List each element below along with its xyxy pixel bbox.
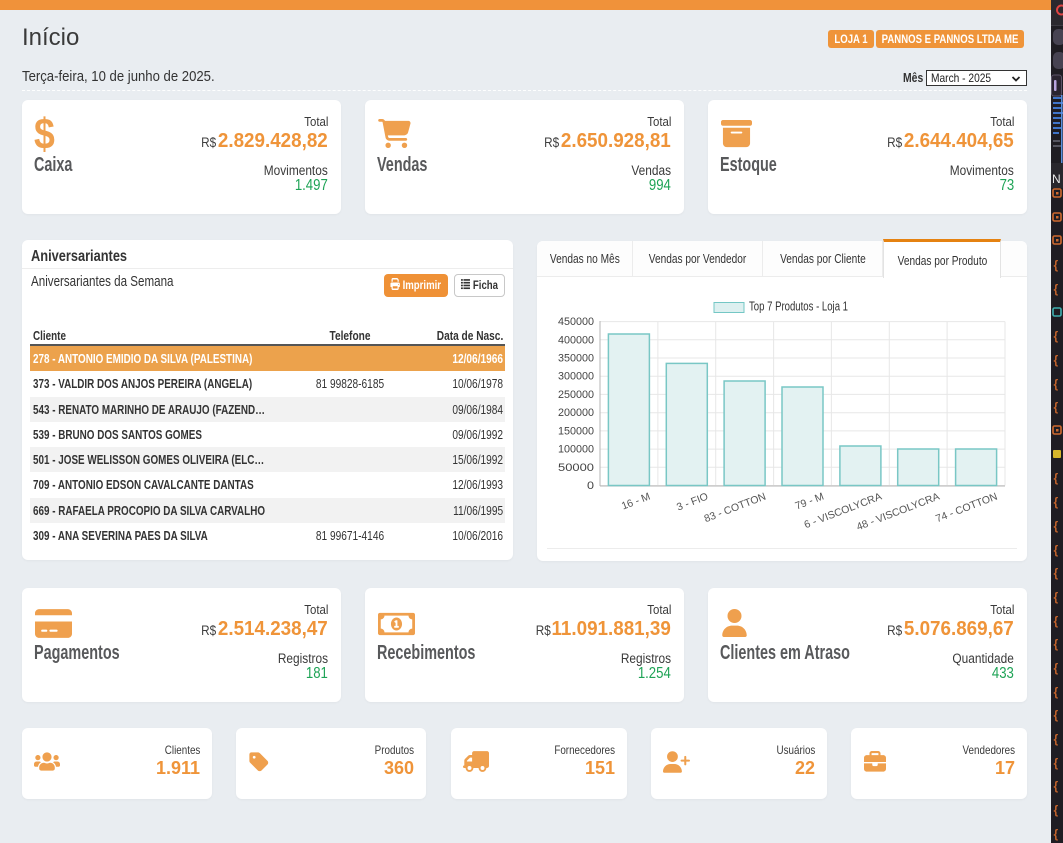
- svg-text:{: {: [1054, 779, 1059, 793]
- svg-text:{: {: [1054, 400, 1059, 414]
- svg-text:{: {: [1054, 590, 1059, 604]
- svg-text:{: {: [1054, 827, 1059, 841]
- svg-text:{: {: [1054, 708, 1059, 722]
- svg-text:3 - FIO: 3 - FIO: [675, 491, 710, 514]
- svg-text:100000: 100000: [558, 444, 594, 456]
- svg-text:{: {: [1054, 519, 1059, 533]
- svg-text:{: {: [1054, 756, 1059, 770]
- svg-text:16 - M: 16 - M: [620, 491, 652, 513]
- svg-text:450000: 450000: [558, 316, 594, 328]
- svg-text:{: {: [1054, 495, 1059, 509]
- svg-text:150000: 150000: [558, 425, 594, 437]
- svg-text:{: {: [1054, 685, 1059, 699]
- svg-text:0: 0: [587, 480, 594, 492]
- svg-text:Top 7 Produtos - Loja 1: Top 7 Produtos - Loja 1: [749, 300, 848, 314]
- svg-text:{: {: [1054, 732, 1059, 746]
- svg-text:{: {: [1054, 637, 1059, 651]
- svg-text:N: N: [1052, 172, 1061, 186]
- svg-text:74 - COTTON: 74 - COTTON: [934, 491, 999, 526]
- svg-text:{: {: [1054, 282, 1059, 296]
- svg-text:300000: 300000: [558, 371, 594, 383]
- svg-text:350000: 350000: [558, 353, 594, 365]
- svg-text:{: {: [1054, 661, 1059, 675]
- svg-text:400000: 400000: [558, 334, 594, 346]
- svg-text:{: {: [1054, 353, 1059, 367]
- svg-text:{: {: [1054, 803, 1059, 817]
- svg-text:{: {: [1054, 566, 1059, 580]
- svg-text:{: {: [1054, 377, 1059, 391]
- svg-text:{: {: [1054, 614, 1059, 628]
- svg-text:{: {: [1054, 543, 1059, 557]
- svg-text:250000: 250000: [558, 389, 594, 401]
- svg-text:{: {: [1054, 471, 1059, 485]
- svg-text:{: {: [1054, 258, 1059, 272]
- svg-text:200000: 200000: [558, 407, 594, 419]
- svg-text:{: {: [1054, 329, 1059, 343]
- svg-text:83 - COTTON: 83 - COTTON: [703, 491, 768, 526]
- svg-text:79 - M: 79 - M: [793, 491, 825, 513]
- svg-text:50000: 50000: [558, 462, 594, 474]
